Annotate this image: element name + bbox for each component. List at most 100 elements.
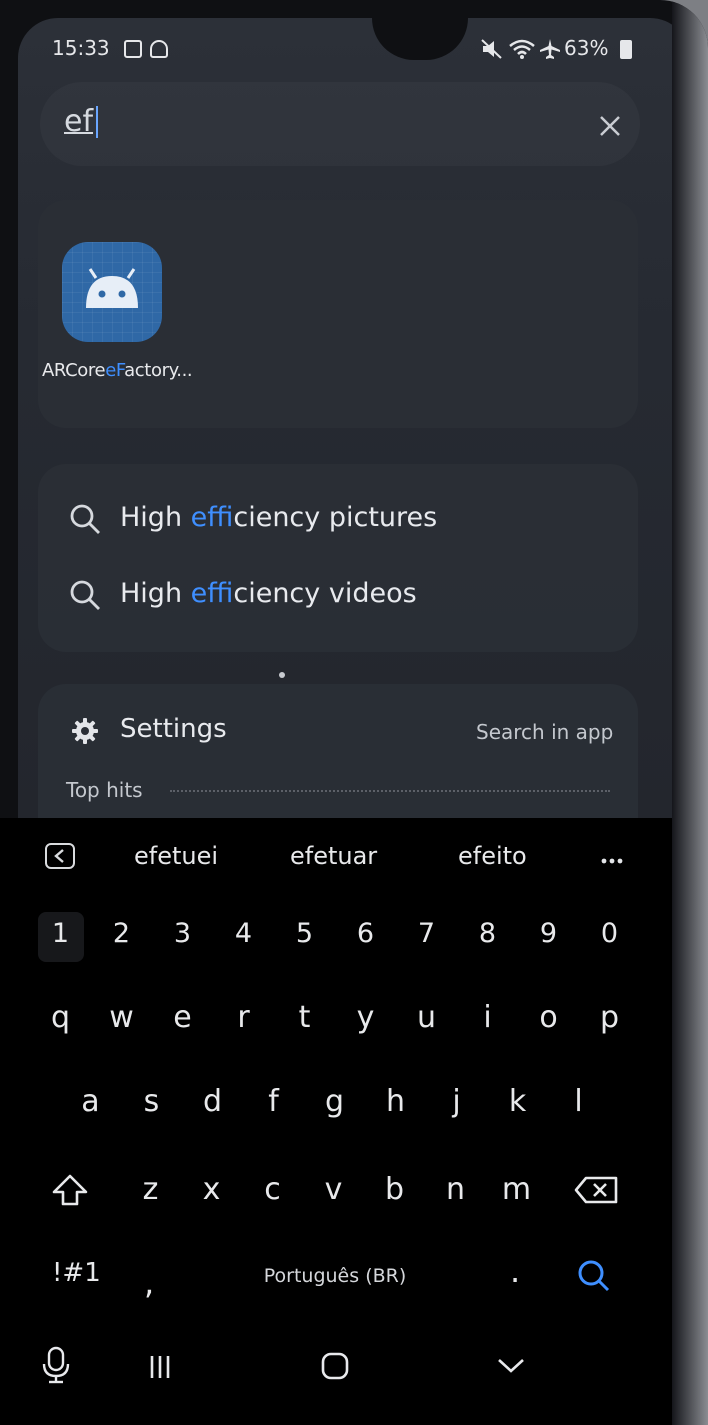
backspace-icon	[574, 1176, 618, 1204]
key-6[interactable]: 6	[335, 918, 396, 949]
key-v[interactable]: v	[303, 1160, 364, 1220]
shift-key[interactable]	[40, 1160, 100, 1220]
phone-frame: 15:33 63% ef ARCoreeFactory... High effi…	[0, 0, 708, 1425]
collapse-toolbar-icon[interactable]	[44, 842, 76, 870]
android-robot-icon	[86, 268, 138, 308]
key-z[interactable]: z	[120, 1160, 181, 1220]
app-result-label: ARCoreeFactory...	[42, 360, 193, 381]
key-r[interactable]: r	[213, 988, 274, 1048]
recent-apps-icon	[150, 1356, 170, 1378]
app-label-highlight: eF	[105, 360, 125, 381]
page-indicator-dot	[279, 672, 285, 678]
key-d[interactable]: d	[182, 1072, 243, 1132]
battery-icon	[620, 40, 632, 59]
key-1[interactable]: 1	[30, 918, 91, 949]
key-4[interactable]: 4	[213, 918, 274, 949]
key-h[interactable]: h	[365, 1072, 426, 1132]
hide-keyboard-button[interactable]	[482, 1340, 540, 1390]
voice-input-button[interactable]	[36, 1340, 76, 1390]
backspace-key[interactable]	[570, 1164, 624, 1216]
key-0[interactable]: 0	[579, 918, 640, 949]
status-time: 15:33	[52, 36, 110, 60]
key-i[interactable]: i	[457, 988, 518, 1048]
spacebar-key[interactable]: Português (BR)	[190, 1256, 480, 1296]
letter-row-3: z x c v b n m	[120, 1160, 547, 1220]
app-label-text: ARCore	[42, 360, 106, 381]
microphone-icon	[42, 1346, 70, 1384]
shift-icon	[52, 1174, 88, 1206]
search-action-key[interactable]	[570, 1252, 620, 1300]
key-p[interactable]: p	[579, 988, 640, 1048]
key-8[interactable]: 8	[457, 918, 518, 949]
letter-row-2: a s d f g h j k l	[60, 1072, 609, 1132]
suggestion-text-highlight: ef	[190, 502, 234, 533]
more-horiz-icon	[601, 858, 623, 864]
settings-section-title: Settings	[120, 714, 227, 744]
key-y[interactable]: y	[335, 988, 396, 1048]
key-x[interactable]: x	[181, 1160, 242, 1220]
word-suggestion-2[interactable]: efetuar	[290, 842, 377, 870]
home-icon	[321, 1352, 349, 1380]
key-9[interactable]: 9	[518, 918, 579, 949]
search-in-app-link[interactable]: Search in app	[476, 720, 613, 744]
text-caret	[96, 106, 98, 138]
recent-apps-button[interactable]	[138, 1340, 182, 1394]
search-icon	[70, 504, 100, 534]
app-label-text-end: actory...	[124, 360, 193, 381]
gallery-notification-icon	[124, 40, 142, 58]
notification-icon	[150, 40, 168, 58]
key-u[interactable]: u	[396, 988, 457, 1048]
word-suggestion-1[interactable]: efetuei	[134, 842, 218, 870]
home-button[interactable]	[314, 1340, 356, 1392]
period-key[interactable]: .	[510, 1252, 520, 1290]
more-options-button[interactable]	[592, 846, 632, 876]
chevron-down-icon	[498, 1359, 524, 1373]
airplane-mode-icon	[540, 39, 560, 59]
clear-search-button[interactable]	[588, 104, 632, 148]
suggestion-text: High efficiency videos	[120, 578, 417, 609]
suggestion-text-highlight: ef	[190, 578, 234, 609]
key-s[interactable]: s	[121, 1072, 182, 1132]
key-m[interactable]: m	[486, 1160, 547, 1220]
key-f[interactable]: f	[243, 1072, 304, 1132]
android-app-icon	[62, 242, 162, 342]
key-a[interactable]: a	[60, 1072, 121, 1132]
key-o[interactable]: o	[518, 988, 579, 1048]
word-suggestion-3[interactable]: efeito	[458, 842, 527, 870]
search-field-container	[40, 82, 640, 166]
divider	[170, 790, 610, 792]
wifi-icon	[509, 39, 535, 59]
app-result-arcore-factory[interactable]: ARCoreeFactory...	[34, 192, 193, 392]
suggestion-item[interactable]: High efficiency videos	[60, 566, 620, 626]
close-icon	[600, 116, 620, 136]
phone-edge	[672, 0, 708, 1425]
key-b[interactable]: b	[364, 1160, 425, 1220]
search-icon	[578, 1260, 610, 1292]
key-j[interactable]: j	[426, 1072, 487, 1132]
key-k[interactable]: k	[487, 1072, 548, 1132]
key-g[interactable]: g	[304, 1072, 365, 1132]
key-w[interactable]: w	[91, 988, 152, 1048]
suggestion-text-pre: High	[120, 502, 191, 533]
key-5[interactable]: 5	[274, 918, 335, 949]
key-3[interactable]: 3	[152, 918, 213, 949]
key-2[interactable]: 2	[91, 918, 152, 949]
key-n[interactable]: n	[425, 1160, 486, 1220]
search-input[interactable]: ef	[64, 104, 93, 139]
suggestion-text-post: ficiency videos	[233, 578, 417, 609]
suggestion-item[interactable]: High efficiency pictures	[60, 490, 620, 550]
key-e[interactable]: e	[152, 988, 213, 1048]
letter-row-1: q w e r t y u i o p	[30, 988, 640, 1048]
key-q[interactable]: q	[30, 988, 91, 1048]
search-icon	[70, 580, 100, 610]
top-hits-label: Top hits	[66, 778, 143, 802]
key-7[interactable]: 7	[396, 918, 457, 949]
battery-percent: 63%	[564, 36, 609, 60]
key-t[interactable]: t	[274, 988, 335, 1048]
comma-key[interactable]: ,	[144, 1264, 154, 1302]
key-c[interactable]: c	[242, 1160, 303, 1220]
gear-icon	[72, 718, 98, 744]
symbols-key[interactable]: !#1	[52, 1258, 101, 1288]
number-row: 1 2 3 4 5 6 7 8 9 0	[30, 918, 640, 958]
key-l[interactable]: l	[548, 1072, 609, 1132]
